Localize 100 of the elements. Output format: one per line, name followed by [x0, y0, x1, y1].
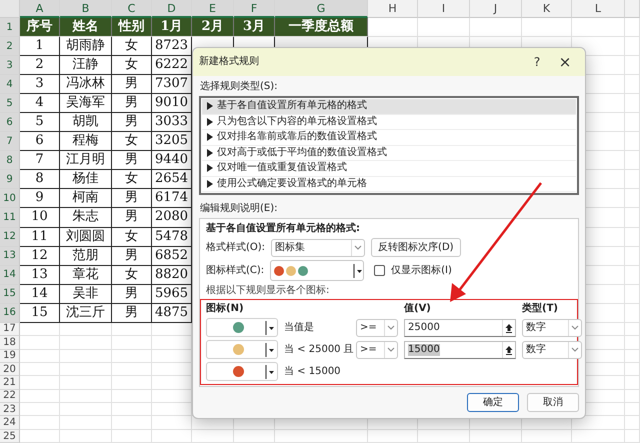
close-button[interactable]: ×: [551, 51, 579, 73]
table-cell: 女: [112, 228, 152, 247]
table-cell: 8723: [152, 37, 192, 56]
rule-type-item[interactable]: 仅对高于或低于平均值的数值设置格式: [202, 146, 576, 161]
icon-dropdown[interactable]: [206, 362, 278, 381]
rule-type-item[interactable]: 使用公式确定要设置格式的单元格: [202, 176, 576, 192]
icon-style-dropdown[interactable]: [270, 260, 364, 281]
row-header[interactable]: 14: [0, 266, 20, 285]
column-header[interactable]: E: [192, 0, 234, 18]
chevron-down-icon: [351, 240, 364, 256]
column-header[interactable]: F: [234, 0, 275, 18]
empty-cell: [60, 376, 112, 390]
rule-type-item[interactable]: 基于各自值设置所有单元格的格式: [202, 99, 576, 114]
table-cell: 女: [112, 266, 152, 285]
column-header[interactable]: H: [368, 0, 418, 18]
header-cell: 一季度总额: [275, 18, 368, 38]
type-dropdown[interactable]: 数字: [522, 318, 582, 336]
row-header[interactable]: 7: [0, 132, 20, 152]
value-field[interactable]: 15000: [404, 340, 516, 358]
row-header[interactable]: 22: [0, 390, 20, 404]
table-cell: 男: [112, 189, 152, 208]
empty-cell: [625, 170, 640, 190]
chevron-down-icon: [568, 342, 581, 358]
empty-cell: [625, 94, 640, 114]
operator-dropdown[interactable]: >=: [356, 340, 398, 358]
empty-cell: [572, 430, 625, 443]
table-cell: 9: [20, 189, 60, 208]
reverse-order-button[interactable]: 反转图标次序(D): [371, 238, 461, 257]
icon-dropdown[interactable]: [206, 318, 278, 337]
empty-cell: [625, 75, 640, 94]
panel-heading: 基于各自值设置所有单元格的格式:: [206, 223, 361, 235]
row-header[interactable]: 23: [0, 403, 20, 416]
rule-type-item[interactable]: 仅对排名靠前或靠后的数值设置格式: [202, 130, 576, 146]
row-header[interactable]: 24: [0, 416, 20, 430]
row-header[interactable]: 10: [0, 189, 20, 208]
chevron-down-icon: [384, 320, 397, 336]
dialog-button[interactable]: 取消: [527, 393, 579, 412]
header-cell: 性别: [112, 18, 152, 38]
table-cell: 程梅: [60, 132, 112, 152]
row-header[interactable]: 2: [0, 37, 20, 56]
row-header[interactable]: 16: [0, 304, 20, 323]
rule-type-item[interactable]: 只为包含以下内容的单元格设置格式: [202, 114, 576, 130]
empty-cell: [418, 430, 470, 443]
empty-cell: [625, 208, 640, 228]
row-header[interactable]: 21: [0, 376, 20, 390]
table-cell: 男: [112, 208, 152, 228]
field-label: 格式样式(O):: [206, 242, 266, 254]
column-header[interactable]: A: [20, 0, 60, 18]
table-cell: 女: [112, 37, 152, 56]
empty-cell: [60, 416, 112, 430]
row-header[interactable]: 1: [0, 18, 20, 38]
row-header[interactable]: 4: [0, 75, 20, 94]
section-label: 根据以下规则显示各个图标:: [206, 285, 330, 297]
empty-cell: [112, 376, 152, 390]
rule-type-item[interactable]: 仅对唯一值或重复值设置格式: [202, 161, 576, 176]
range-picker-icon[interactable]: [502, 320, 515, 336]
row-header[interactable]: 6: [0, 113, 20, 132]
empty-cell: [60, 362, 112, 376]
dialog-button[interactable]: 确定: [467, 393, 519, 412]
row-header[interactable]: 17: [0, 322, 20, 336]
checkbox[interactable]: [374, 265, 386, 276]
help-button[interactable]: ?: [523, 51, 551, 73]
row-header[interactable]: 11: [0, 208, 20, 228]
chevron-down-icon: [384, 342, 397, 358]
row-header[interactable]: 18: [0, 336, 20, 350]
table-cell: 男: [112, 113, 152, 132]
row-header[interactable]: 9: [0, 170, 20, 190]
row-header[interactable]: 3: [0, 56, 20, 76]
row-header[interactable]: 25: [0, 430, 20, 443]
table-cell: 冯冰林: [60, 75, 112, 94]
column-header[interactable]: G: [275, 0, 368, 18]
table-cell: 沈三斤: [60, 304, 112, 323]
column-header[interactable]: C: [112, 0, 152, 18]
header-cell: 1月: [152, 18, 192, 38]
empty-cell: [112, 322, 152, 336]
row-header[interactable]: 20: [0, 362, 20, 376]
row-header[interactable]: 15: [0, 284, 20, 304]
row-header[interactable]: 19: [0, 350, 20, 363]
empty-cell: [60, 336, 112, 350]
column-header[interactable]: B: [60, 0, 112, 18]
operator-dropdown[interactable]: >=: [356, 318, 398, 336]
column-header[interactable]: I: [418, 0, 470, 18]
column-header[interactable]: K: [522, 0, 572, 18]
column-header[interactable]: L: [572, 0, 625, 18]
row-header[interactable]: 13: [0, 246, 20, 266]
table-cell: 杨佳: [60, 170, 112, 190]
checkbox-label: 仅显示图标(I): [391, 264, 452, 276]
table-cell: 6: [20, 132, 60, 152]
row-header[interactable]: 8: [0, 151, 20, 170]
type-dropdown[interactable]: 数字: [522, 340, 582, 358]
format-style-dropdown[interactable]: 图标集: [271, 238, 366, 256]
column-header[interactable]: D: [152, 0, 192, 18]
header-cell: 2月: [192, 18, 234, 38]
table-cell: 朱志: [60, 208, 112, 228]
range-picker-icon[interactable]: [502, 342, 515, 358]
row-header[interactable]: 5: [0, 94, 20, 114]
row-header[interactable]: 12: [0, 228, 20, 247]
column-header[interactable]: J: [470, 0, 522, 18]
table-cell: 胡雨静: [60, 37, 112, 56]
value-field[interactable]: 25000: [404, 318, 516, 336]
